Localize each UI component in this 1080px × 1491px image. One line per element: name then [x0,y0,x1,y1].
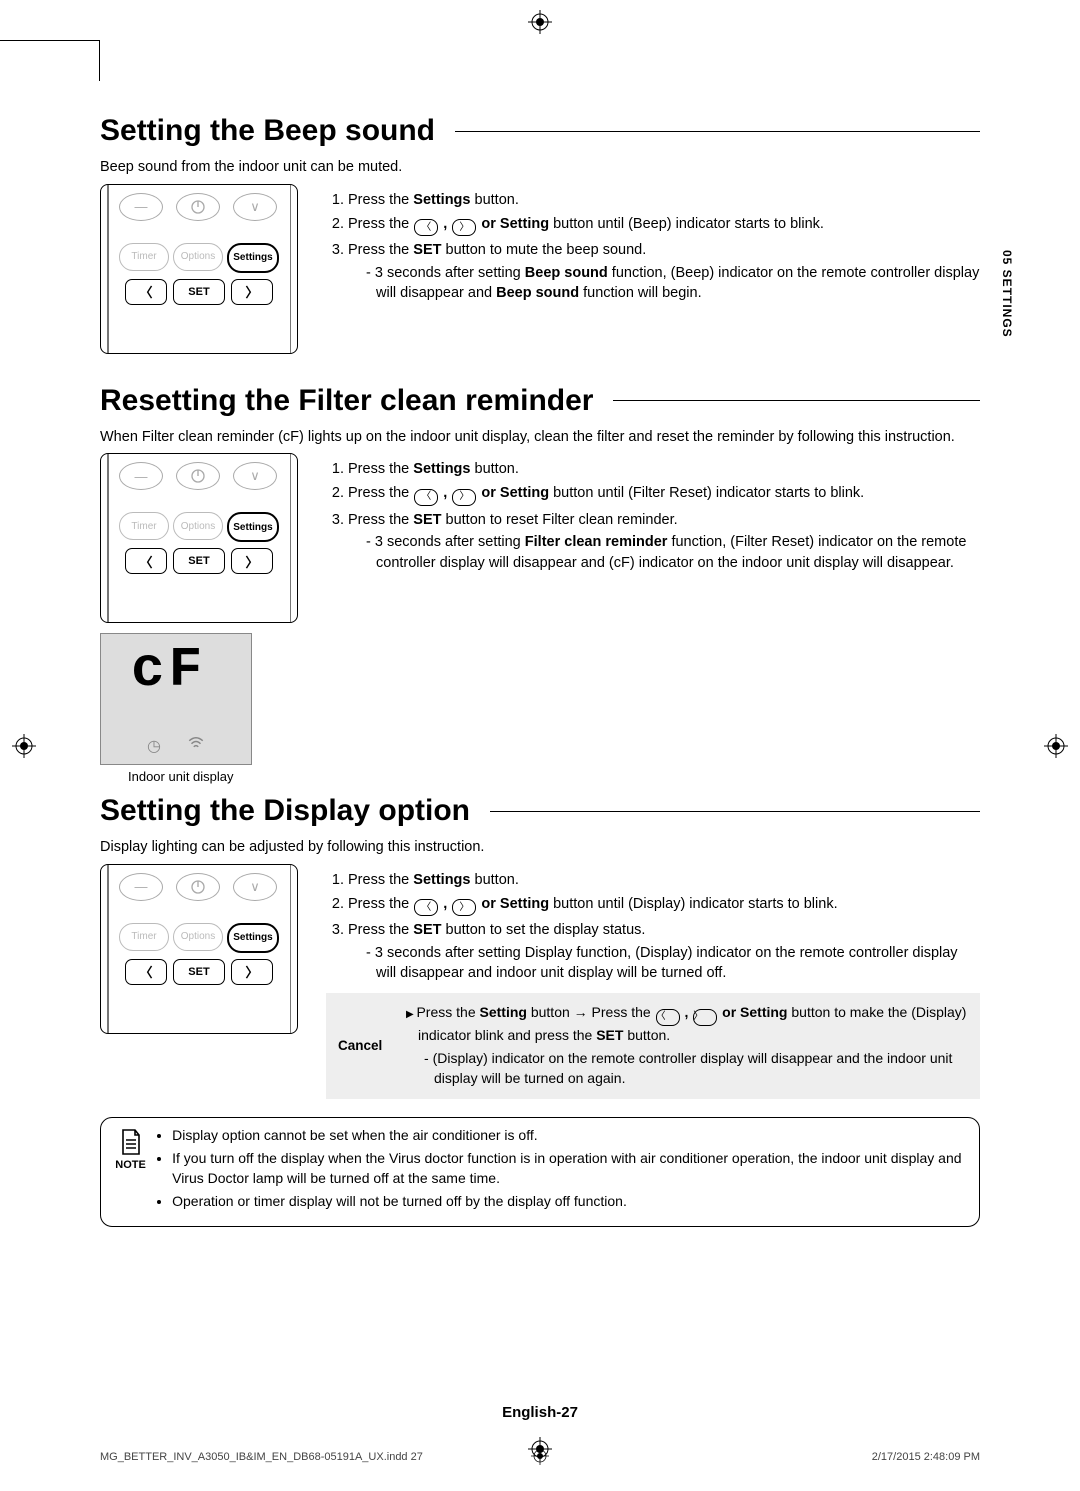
s3-step3: Press the SET button to set the display … [348,920,980,983]
left-nav: 〈 [125,279,167,305]
intro-beep: Beep sound from the indoor unit can be m… [100,158,980,178]
s2-step2: Press the 〈 , 〉 or Setting button until … [348,483,980,506]
wifi-icon [187,736,205,756]
s2-step3: Press the SET button to reset Filter cle… [348,510,980,573]
s1-sub: 3 seconds after setting Beep sound funct… [366,263,980,304]
heading-display: Setting the Display option [100,794,470,828]
remote-illustration: — ∨ Timer Options Settings 〈 SET 〉 [100,864,298,1034]
rule [613,400,980,401]
heading-filter: Resetting the Filter clean reminder [100,384,593,418]
settings-button: Settings [227,243,279,273]
intro-display: Display lighting can be adjusted by foll… [100,838,980,858]
s1-step2: Press the 〈 , 〉 or Setting button until … [348,214,980,237]
indoor-unit-display: ᴄF ◷ [100,633,252,765]
s2-step1: Press the Settings button. [348,459,980,479]
note-2: If you turn off the display when the Vir… [172,1149,965,1188]
cf-indicator: ᴄF [131,638,206,702]
note-label: NOTE [115,1159,146,1171]
unit-caption: Indoor unit display [128,769,300,784]
options-button: Options [173,243,223,271]
rule [455,131,980,132]
clock-icon: ◷ [147,736,161,756]
remote-illustration: — ∨ Timer Options Settings 〈 SET 〉 [100,184,298,354]
note-box: NOTE Display option cannot be set when t… [100,1117,980,1227]
note-icon [119,1128,143,1156]
s3-step1: Press the Settings button. [348,870,980,890]
cancel-step: Press the Setting button → Press the 〈 ,… [406,1003,968,1045]
set-button: SET [173,279,225,305]
note-3: Operation or timer display will not be t… [172,1192,965,1212]
s3-step2: Press the 〈 , 〉 or Setting button until … [348,894,980,917]
page-number: English-27 [0,1404,1080,1421]
cancel-label: Cancel [338,1037,392,1056]
s1-step1: Press the Settings button. [348,190,980,210]
intro-filter: When Filter clean reminder (ᴄF) lights u… [100,428,980,448]
cancel-sub: (Display) indicator on the remote contro… [424,1049,968,1088]
s3-sub: 3 seconds after setting Display function… [366,943,980,984]
note-1: Display option cannot be set when the ai… [172,1126,965,1146]
heading-beep: Setting the Beep sound [100,114,435,148]
footer-file: MG_BETTER_INV_A3050_IB&IM_EN_DB68-05191A… [100,1451,423,1463]
right-icon: 〉 [452,219,476,236]
rule [490,811,980,812]
cancel-box: Cancel Press the Setting button → Press … [326,993,980,1098]
footer-date: 2/17/2015 2:48:09 PM [872,1451,980,1463]
left-icon: 〈 [414,219,438,236]
right-nav: 〉 [231,279,273,305]
s2-sub: 3 seconds after setting Filter clean rem… [366,532,980,573]
remote-illustration: — ∨ Timer Options Settings 〈 SET 〉 [100,453,298,623]
s1-step3: Press the SET button to mute the beep so… [348,240,980,303]
timer-button: Timer [119,243,169,271]
